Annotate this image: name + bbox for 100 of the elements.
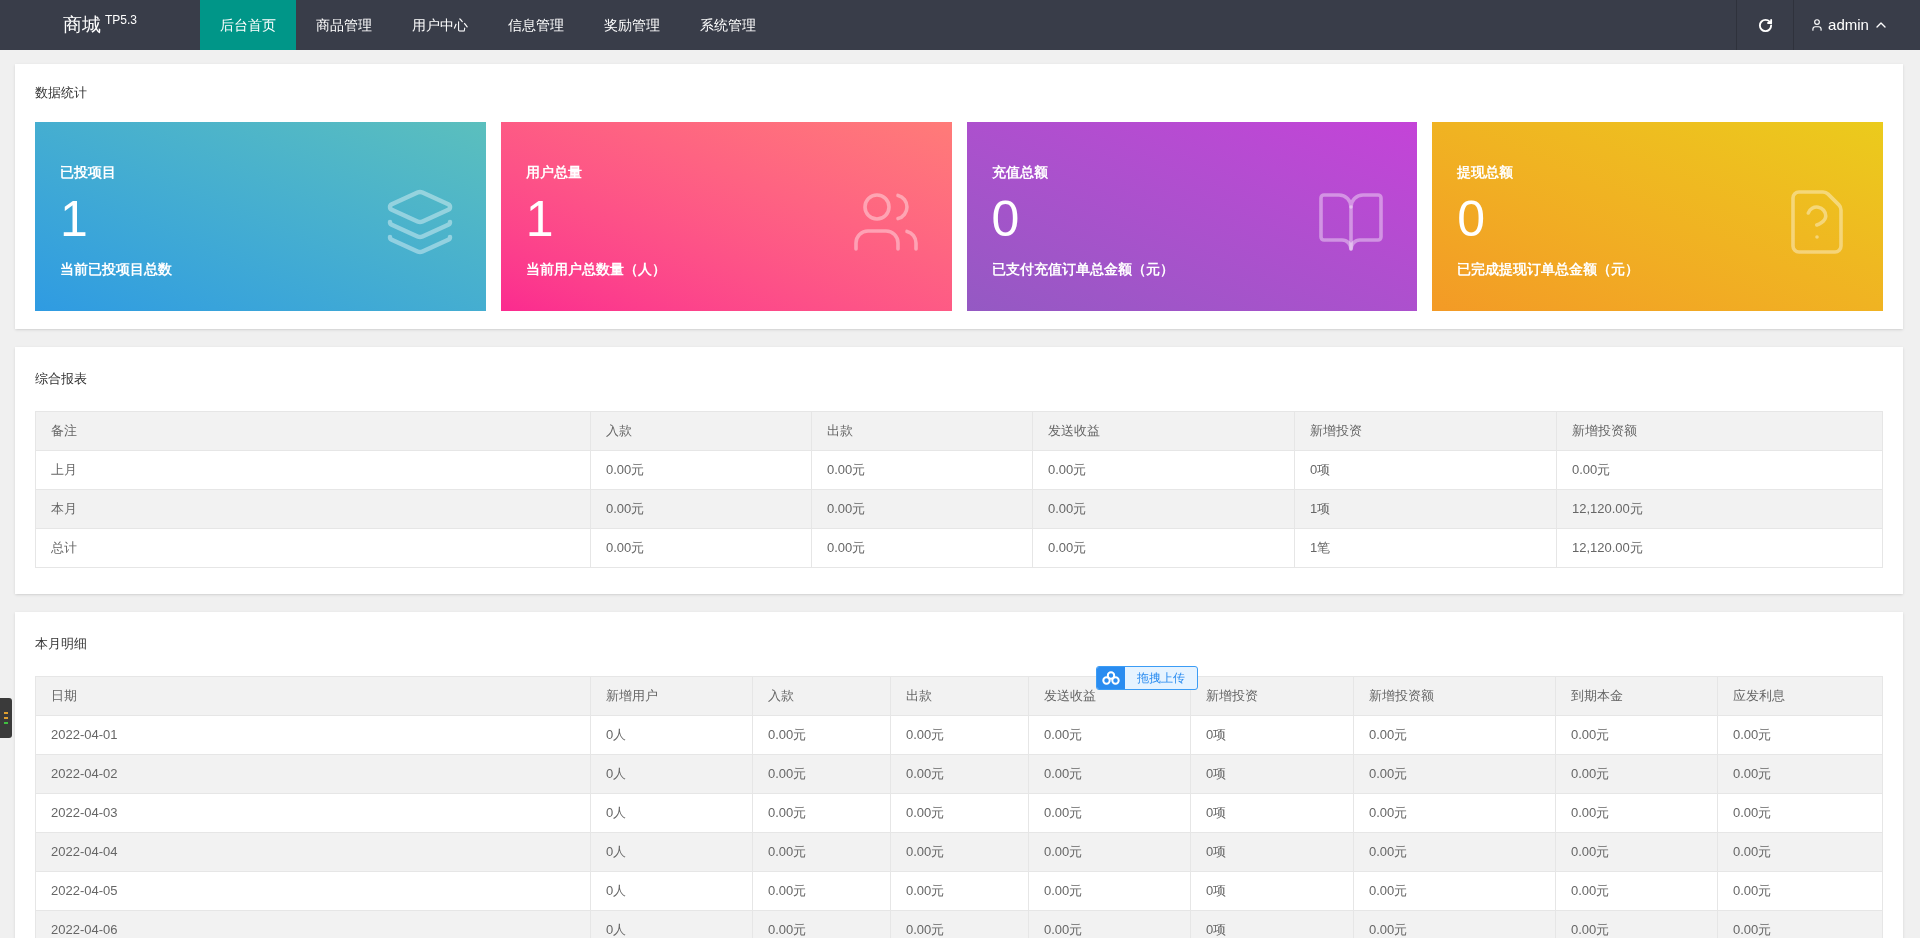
table-cell: 0人 [590,832,753,872]
table-cell: 0.00元 [590,489,812,529]
nav-tab[interactable]: 商品管理 [296,0,392,50]
user-icon [1810,18,1825,32]
column-header: 入款 [752,676,891,716]
table-cell: 0.00元 [1353,871,1556,911]
table-cell: 0.00元 [890,793,1029,833]
table-cell: 0.00元 [1556,450,1883,490]
table-cell: 总计 [35,528,591,568]
stat-caption: 已支付充值订单总金额（元） [991,260,1174,279]
nav-tab[interactable]: 奖励管理 [584,0,680,50]
table-cell: 0项 [1190,754,1354,794]
column-header: 新增投资额 [1353,676,1556,716]
column-header: 出款 [811,411,1033,451]
table-cell: 0.00元 [1717,832,1883,872]
column-header: 日期 [35,676,591,716]
table-cell: 12,120.00元 [1556,489,1883,529]
stat-caption: 当前已投项目总数 [60,260,172,279]
table-cell: 2022-04-02 [35,754,591,794]
column-header: 备注 [35,411,591,451]
refresh-icon [1757,17,1773,33]
column-header: 到期本金 [1555,676,1718,716]
nav-tab[interactable]: 后台首页 [200,0,296,50]
table-cell: 2022-04-04 [35,832,591,872]
stat-value: 0 [991,190,1021,249]
table-cell: 0.00元 [1353,754,1556,794]
table-cell: 0.00元 [1717,793,1883,833]
table-cell: 0.00元 [1555,871,1718,911]
stat-caption: 已完成提现订单总金额（元） [1457,260,1640,279]
table-cell: 0项 [1190,793,1354,833]
table-cell: 0人 [590,715,753,755]
stat-caption: 当前用户总数量（人） [525,260,666,279]
column-header: 应发利息 [1717,676,1883,716]
table-cell: 0.00元 [590,528,812,568]
table-cell: 本月 [35,489,591,529]
table-cell: 0.00元 [1028,832,1191,872]
stat-title: 用户总量 [525,163,583,182]
table-cell: 0人 [590,754,753,794]
table-cell: 0.00元 [1028,754,1191,794]
table-cell: 0项 [1190,715,1354,755]
table-cell: 1笔 [1294,528,1557,568]
table-cell: 0项 [1190,832,1354,872]
table-cell: 上月 [35,450,591,490]
panel-title: 本月明细 [35,635,88,654]
user-menu-button[interactable]: admin [1793,0,1905,50]
table-cell: 0.00元 [1717,871,1883,911]
stat-title: 提现总额 [1457,163,1515,182]
column-header: 入款 [590,411,812,451]
table-cell: 2022-04-06 [35,910,591,938]
stat-title: 充值总额 [991,163,1049,182]
table-cell: 0.00元 [752,793,891,833]
column-header: 发送收益 [1032,411,1295,451]
nav-tab[interactable]: 系统管理 [680,0,776,50]
column-header: 新增用户 [590,676,753,716]
table-cell: 0.00元 [752,754,891,794]
table-cell: 2022-04-05 [35,871,591,911]
table-cell: 0.00元 [890,832,1029,872]
table-cell: 0.00元 [1353,715,1556,755]
table-cell: 0.00元 [1353,793,1556,833]
column-header: 出款 [890,676,1029,716]
table-cell: 0.00元 [1555,715,1718,755]
column-header: 新增投资额 [1556,411,1883,451]
column-header: 新增投资 [1294,411,1557,451]
table-cell: 0人 [590,793,753,833]
version-label: TP5.3 [105,13,137,27]
table-cell: 0.00元 [752,832,891,872]
panel-title: 数据统计 [35,84,88,103]
table-cell: 0.00元 [1032,450,1295,490]
stat-value: 0 [1457,190,1487,249]
nav-tab[interactable]: 用户中心 [392,0,488,50]
table-cell: 0.00元 [811,450,1033,490]
table-cell: 0.00元 [1717,715,1883,755]
table-cell: 2022-04-01 [35,715,591,755]
table-cell: 0.00元 [811,528,1033,568]
table-cell: 0.00元 [1032,489,1295,529]
stat-value: 1 [525,190,555,249]
panel-title: 综合报表 [35,370,88,389]
table-cell: 0.00元 [890,871,1029,911]
table-cell: 0.00元 [1555,832,1718,872]
table-cell: 0.00元 [890,754,1029,794]
table-cell: 0.00元 [890,715,1029,755]
table-cell: 0.00元 [752,871,891,911]
table-cell: 1项 [1294,489,1557,529]
table-cell: 0.00元 [1353,832,1556,872]
table-cell: 0.00元 [1028,715,1191,755]
table-cell: 0.00元 [1555,754,1718,794]
table-cell: 0.00元 [1555,793,1718,833]
table-cell: 2022-04-03 [35,793,591,833]
table-cell: 0项 [1294,450,1557,490]
table-cell: 0.00元 [1028,871,1191,911]
nav-tab[interactable]: 信息管理 [488,0,584,50]
table-cell: 12,120.00元 [1556,528,1883,568]
table-cell: 0.00元 [1028,793,1191,833]
table-cell: 0项 [1190,871,1354,911]
table-cell: 0.00元 [1032,528,1295,568]
stat-value: 1 [60,190,89,249]
table-cell: 0.00元 [752,715,891,755]
table-cell: 0.00元 [590,450,812,490]
stat-title: 已投项目 [60,163,117,182]
side-handle-icon[interactable] [0,698,12,738]
